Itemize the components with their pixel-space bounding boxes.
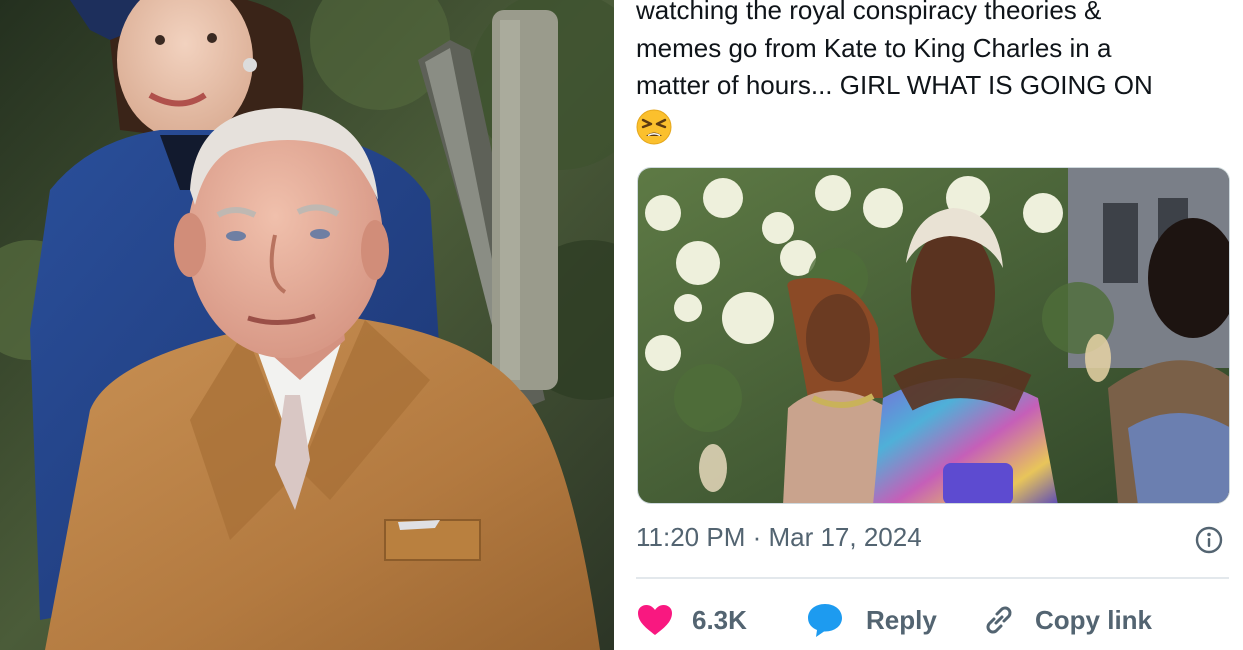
reply-button[interactable]: Reply — [806, 596, 937, 644]
copy-link-button[interactable]: Copy link — [981, 596, 1152, 644]
tweet-text: watching the royal conspiracy theories &… — [636, 0, 1226, 105]
copy-link-label: Copy link — [1035, 604, 1153, 635]
heart-icon — [638, 605, 672, 635]
tweet-timestamp[interactable]: 11:20 PM · Mar 17, 2024 — [636, 522, 922, 553]
tired-face-emoji-icon — [636, 109, 672, 145]
like-button[interactable]: 6.3K — [636, 596, 747, 644]
like-count: 6.3K — [692, 604, 747, 635]
news-photo — [0, 0, 614, 650]
reply-label: Reply — [866, 604, 937, 635]
tweet-text-line: watching the royal conspiracy theories & — [636, 0, 1102, 25]
info-icon[interactable] — [1194, 525, 1224, 555]
tweet-text-line: memes go from Kate to King Charles in a — [636, 32, 1112, 63]
tweet-media-image[interactable] — [637, 167, 1230, 504]
tweet-text-line: matter of hours... GIRL WHAT IS GOING ON — [636, 70, 1153, 100]
tweet-card: watching the royal conspiracy theories &… — [614, 0, 1243, 650]
divider — [636, 577, 1229, 579]
link-icon — [986, 606, 1012, 634]
tweet-actions: 6.3K Reply Copy link — [636, 596, 1236, 644]
speech-bubble-icon — [808, 604, 842, 637]
